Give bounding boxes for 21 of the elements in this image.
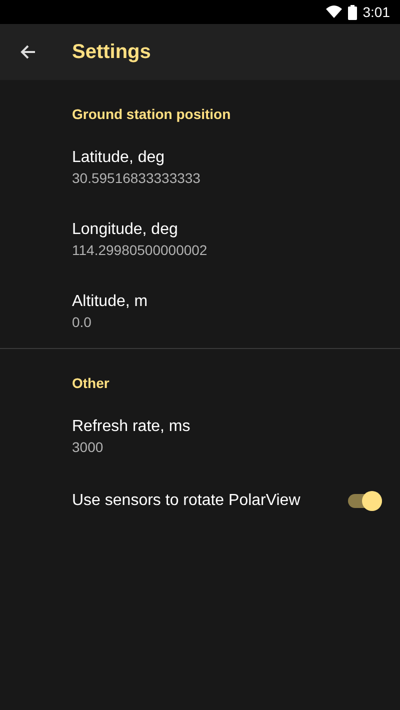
toggle-switch[interactable]: [348, 494, 382, 508]
back-arrow-icon: [20, 44, 36, 60]
battery-icon: [348, 4, 357, 20]
category-header: Other: [71, 374, 110, 393]
status-time: 3:01: [362, 4, 390, 20]
preference-item[interactable]: Refresh rate, ms 3000: [0, 401, 400, 473]
preference-title: Latitude, deg: [72, 148, 166, 168]
preference-item[interactable]: Latitude, deg 30.59516833333333: [0, 132, 400, 204]
preference-summary: 3000: [72, 438, 104, 457]
preference-title: Refresh rate, ms: [72, 417, 192, 437]
preference-title: Altitude, m: [72, 292, 149, 312]
preference-item[interactable]: Longitude, deg 114.29980500000002: [0, 204, 400, 276]
category-header: Ground station position: [71, 105, 232, 124]
preference-title: Longitude, deg: [72, 220, 179, 240]
preference-summary: 30.59516833333333: [72, 169, 202, 188]
toolbar-title: Settings: [72, 40, 151, 64]
preference-item[interactable]: Altitude, m 0.0: [0, 276, 400, 348]
wifi-icon: [326, 5, 342, 19]
preference-summary: 0.0: [72, 313, 92, 332]
preference-title: Use sensors to rotate PolarView: [72, 491, 300, 511]
preference-summary: 114.29980500000002: [72, 241, 208, 260]
